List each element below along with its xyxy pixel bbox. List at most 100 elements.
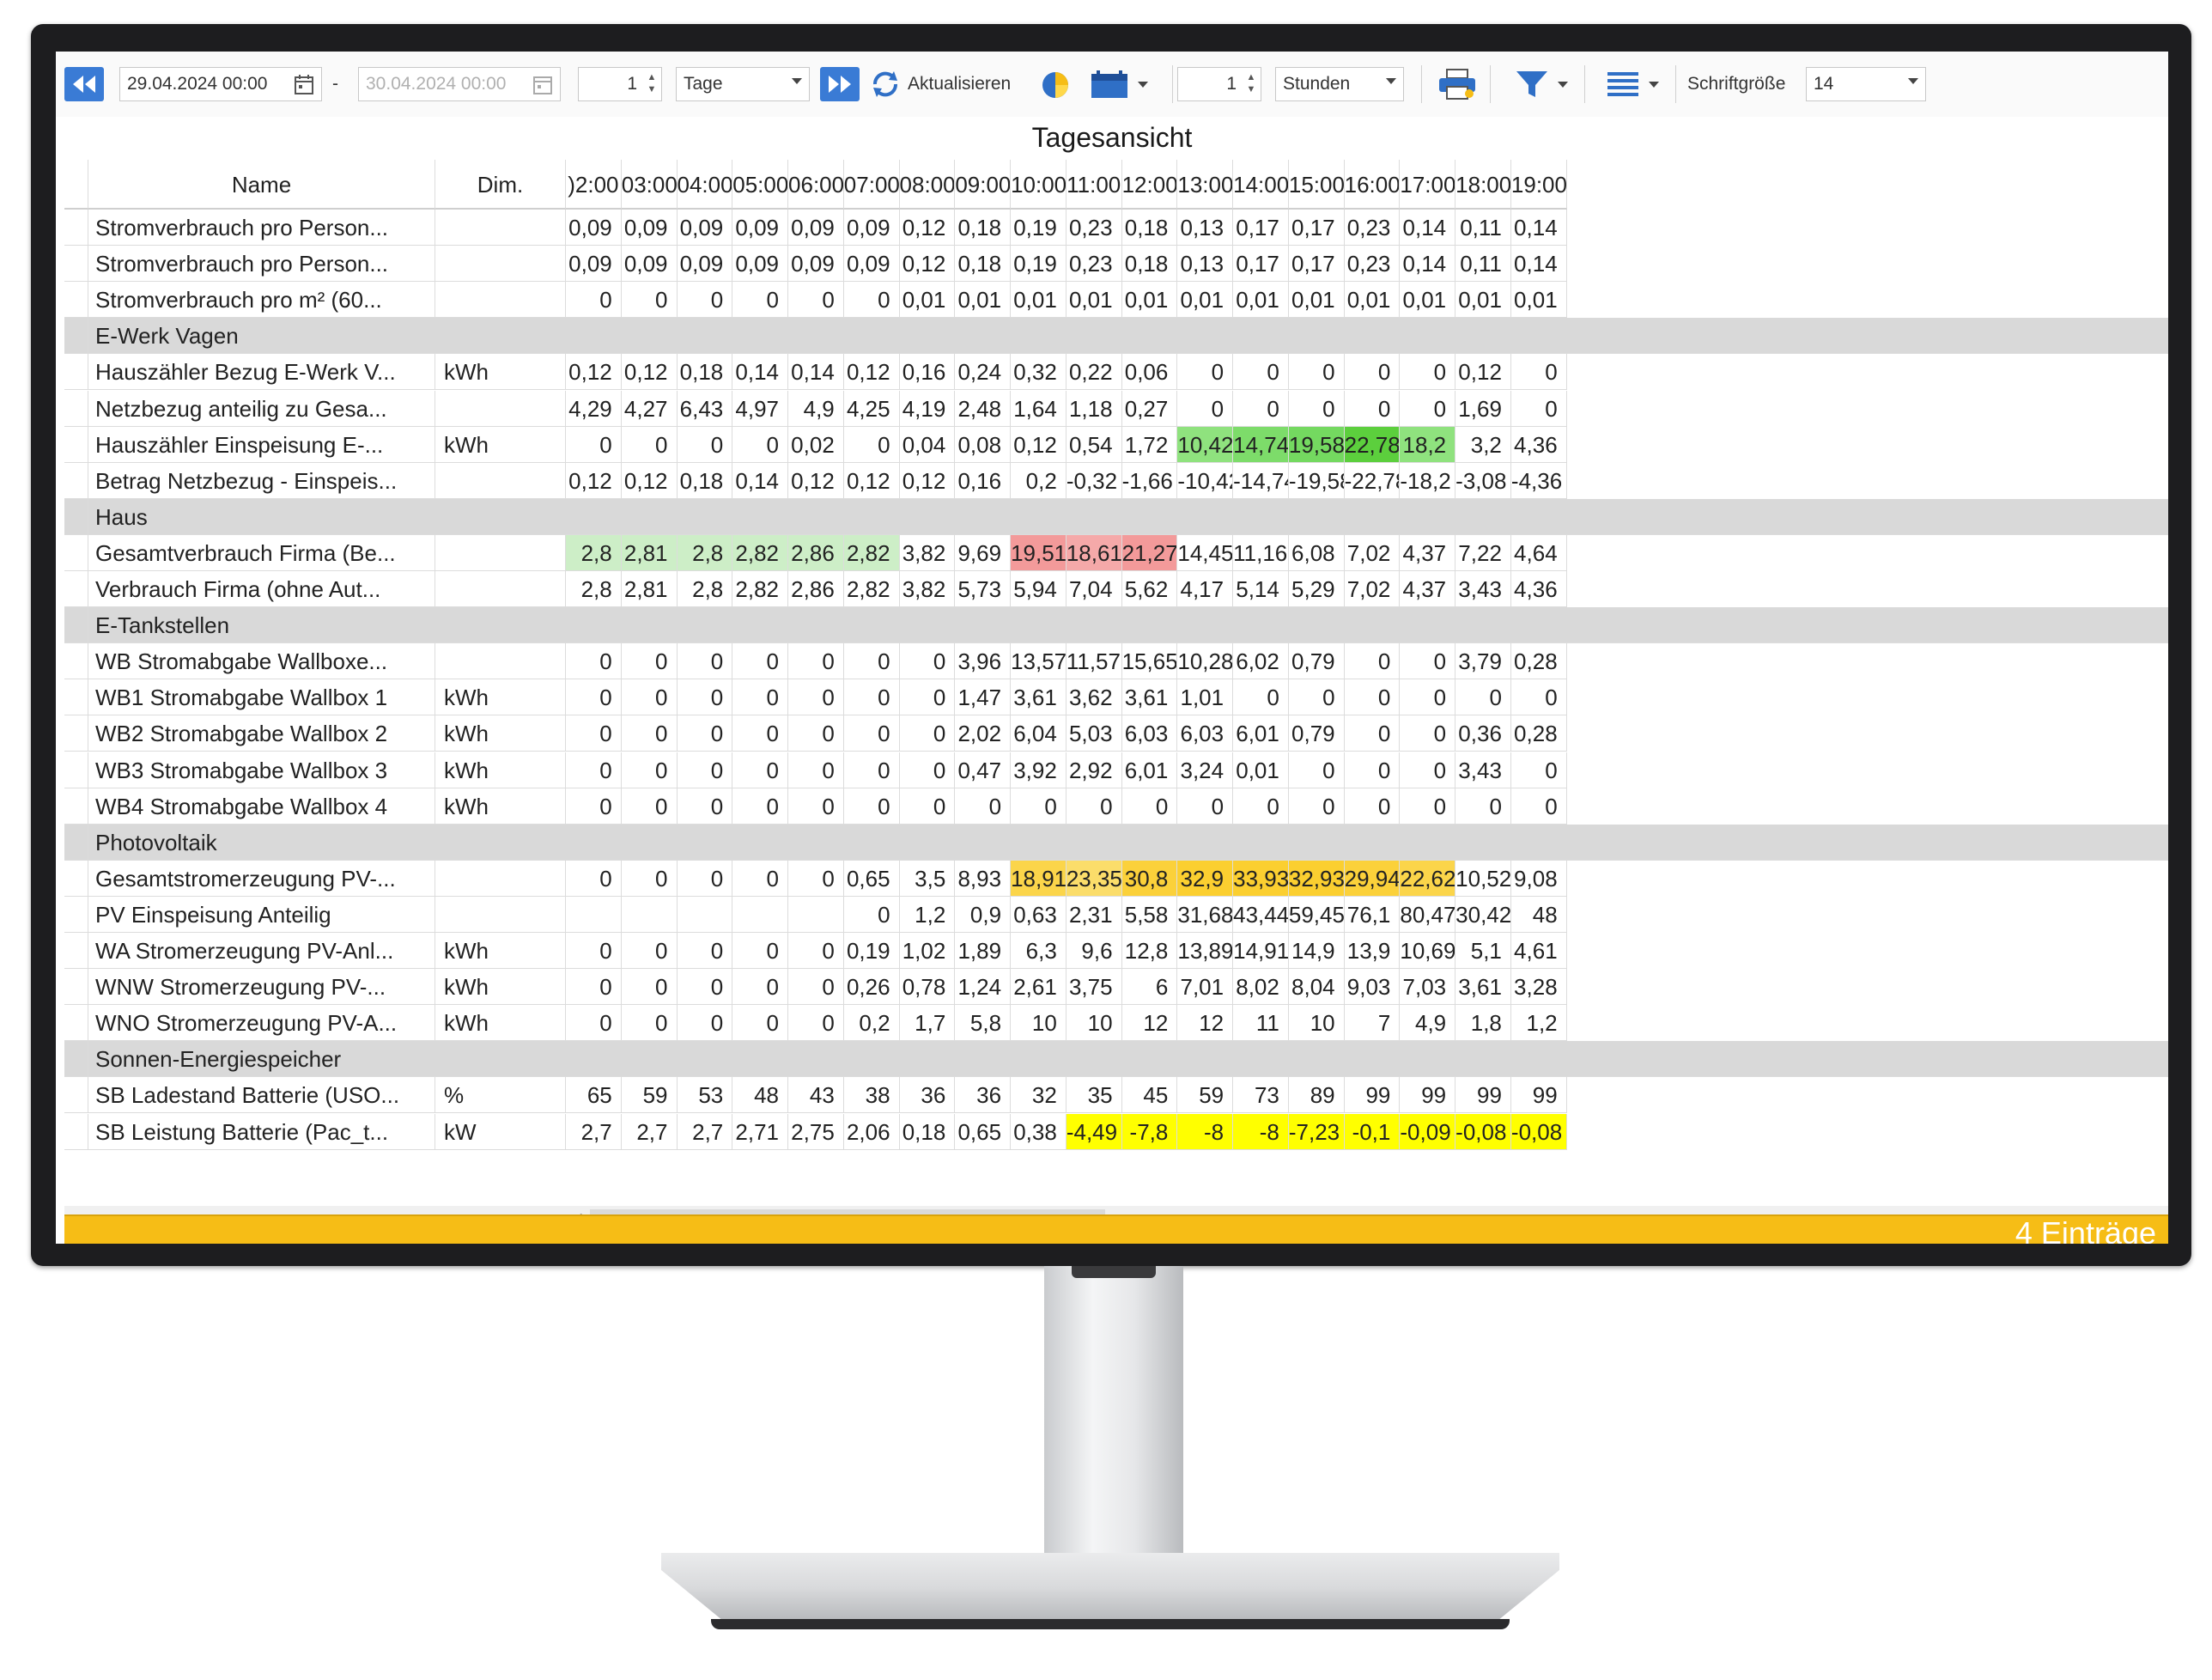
value-cell: 22,62 <box>1400 860 1456 897</box>
table-row[interactable]: Gesamtstromerzeugung PV-... 0 0 0 0 0 0,65 3,5 8… <box>64 860 2168 897</box>
column-header-hour[interactable]: 14:00 <box>1233 160 1289 210</box>
table-row[interactable]: WNO Stromerzeugung PV-A... kWh 0 0 0 0 0 0,2 1,7… <box>64 1005 2168 1042</box>
column-header-hour[interactable]: 18:00 <box>1455 160 1511 210</box>
table-row[interactable]: SB Leistung Batterie (Pac_t... kW 2,7 2,7 2,… <box>64 1113 2168 1150</box>
column-header-hour[interactable]: 19:00 <box>1510 160 1567 210</box>
group-row[interactable]: E-Werk Vagen <box>64 318 2168 355</box>
fast-forward-button[interactable] <box>820 67 860 101</box>
interval-unit-select[interactable]: Stunden <box>1275 67 1404 101</box>
row-selector[interactable] <box>64 896 88 933</box>
row-selector[interactable] <box>64 969 88 1006</box>
column-header-hour[interactable]: 06:00 <box>788 160 844 210</box>
row-selector[interactable] <box>64 426 88 463</box>
column-header-hour[interactable]: 16:00 <box>1344 160 1401 210</box>
row-selector[interactable] <box>64 246 88 283</box>
column-header-hour[interactable]: 17:00 <box>1400 160 1456 210</box>
print-button[interactable] <box>1433 67 1481 101</box>
column-header-hour[interactable]: 05:00 <box>732 160 789 210</box>
row-selector[interactable] <box>64 390 88 427</box>
monitor-frame: 29.04.2024 00:00 - 30.04.2024 00:00 1 ▲ ▼… <box>31 24 2191 1266</box>
row-selector[interactable] <box>64 679 88 716</box>
rewind-button[interactable] <box>64 67 104 101</box>
column-header-hour[interactable]: 08:00 <box>899 160 956 210</box>
table-row[interactable]: WB2 Stromabgabe Wallbox 2 kWh 0 0 0 0 0 0 0 2,02 6… <box>64 715 2168 752</box>
table-row[interactable]: PV Einspeisung Anteilig 0 1,2 0,9 0,63 2,31 5,… <box>64 896 2168 933</box>
table-row[interactable]: Stromverbrauch pro Person... 0,09 0,09 0,09… <box>64 210 2168 246</box>
group-row[interactable]: Sonnen-Energiespeicher <box>64 1041 2168 1078</box>
table-row[interactable]: Stromverbrauch pro m² (60... 0 0 0 0 0 0 0,01 0,… <box>64 282 2168 319</box>
value-cell: 1,64 <box>1011 390 1066 427</box>
row-selector[interactable] <box>64 933 88 969</box>
row-selector[interactable] <box>64 715 88 752</box>
row-selector[interactable] <box>64 462 88 499</box>
row-selector[interactable] <box>64 824 88 861</box>
value-cell: 0,36 <box>1455 715 1511 752</box>
spinner-arrows-icon[interactable]: ▲ ▼ <box>1245 71 1257 97</box>
layout-menu-button[interactable] <box>1598 67 1667 101</box>
refresh-button[interactable]: Aktualisieren <box>868 67 1031 101</box>
table-row[interactable]: Verbrauch Firma (ohne Aut... 2,8 2,81 2,8 2,… <box>64 571 2168 607</box>
row-selector[interactable] <box>64 318 88 355</box>
row-selector[interactable] <box>64 788 88 825</box>
font-size-select[interactable]: 14 <box>1806 67 1926 101</box>
row-selector[interactable] <box>64 534 88 571</box>
table-row[interactable]: SB Ladestand Batterie (USO...% 65 59 53 48 43… <box>64 1077 2168 1114</box>
table-row[interactable]: WB3 Stromabgabe Wallbox 3 kWh 0 0 0 0 0 0 0 0,47 3… <box>64 752 2168 788</box>
row-selector[interactable] <box>64 752 88 788</box>
value-cell: 0,79 <box>1288 643 1345 680</box>
table-row[interactable]: Hauszähler Einspeisung E-... kWh 0 0 0 0 0,02 0… <box>64 426 2168 463</box>
row-selector[interactable] <box>64 860 88 897</box>
interval-count-stepper[interactable]: 1 ▲ ▼ <box>1177 67 1261 101</box>
value-cell: 0 <box>677 282 733 319</box>
value-cell: 0 <box>843 679 900 716</box>
row-selector[interactable] <box>64 643 88 680</box>
date-from-field[interactable]: 29.04.2024 00:00 <box>119 67 322 101</box>
row-selector[interactable] <box>64 354 88 391</box>
column-header-name[interactable]: Name <box>88 160 435 210</box>
column-header-hour[interactable]: 13:00 <box>1177 160 1234 210</box>
row-selector[interactable] <box>64 1113 88 1150</box>
column-header-hour[interactable]: 03:00 <box>621 160 678 210</box>
date-to-field[interactable]: 30.04.2024 00:00 <box>358 67 561 101</box>
row-selector[interactable] <box>64 1041 88 1078</box>
spinner-arrows-icon[interactable]: ▲ ▼ <box>646 71 658 97</box>
filter-menu-button[interactable] <box>1507 67 1576 101</box>
column-header-hour[interactable]: 09:00 <box>955 160 1012 210</box>
chart-view-button[interactable] <box>1035 67 1076 101</box>
table-row[interactable]: Betrag Netzbezug - Einspeis... 0,12 0,12 0,… <box>64 462 2168 499</box>
column-header-hour[interactable]: 07:00 <box>843 160 900 210</box>
toolbar: 29.04.2024 00:00 - 30.04.2024 00:00 1 ▲ ▼… <box>56 52 2168 117</box>
period-count-stepper[interactable]: 1 ▲ ▼ <box>578 67 662 101</box>
column-header-hour[interactable]: )2:00 <box>566 160 622 210</box>
table-row[interactable]: WB Stromabgabe Wallboxe... 0 0 0 0 0 0 0 3,96 13,… <box>64 643 2168 680</box>
table-row[interactable]: Stromverbrauch pro Person... 0,09 0,09 0,09… <box>64 246 2168 283</box>
column-header-hour[interactable]: 10:00 <box>1011 160 1066 210</box>
row-selector[interactable] <box>64 210 88 246</box>
row-selector[interactable] <box>64 571 88 607</box>
row-selector[interactable] <box>64 498 88 535</box>
table-row[interactable]: WB4 Stromabgabe Wallbox 4 kWh 0 0 0 0 0 0 0 0 0 0 0 0… <box>64 788 2168 825</box>
group-row[interactable]: E-Tankstellen <box>64 607 2168 644</box>
row-selector[interactable] <box>64 282 88 319</box>
group-row[interactable]: Photovoltaik <box>64 824 2168 861</box>
calendar-icon[interactable] <box>532 73 553 100</box>
calendar-icon[interactable] <box>294 73 314 100</box>
column-header-hour[interactable]: 12:00 <box>1121 160 1178 210</box>
row-selector[interactable] <box>64 607 88 644</box>
table-row[interactable]: WNW Stromerzeugung PV-... kWh 0 0 0 0 0 0,26 0,7… <box>64 969 2168 1006</box>
group-row[interactable]: Haus <box>64 498 2168 535</box>
table-row[interactable]: WA Stromerzeugung PV-Anl... kWh 0 0 0 0 0 0,19 1… <box>64 933 2168 969</box>
column-header-hour[interactable]: 15:00 <box>1288 160 1345 210</box>
row-selector[interactable] <box>64 1077 88 1114</box>
column-header-hour[interactable]: 04:00 <box>677 160 733 210</box>
table-row[interactable]: Gesamtverbrauch Firma (Be... 2,8 2,81 2,8 2,… <box>64 534 2168 571</box>
column-header-hour[interactable]: 11:00 <box>1066 160 1122 210</box>
value-cell: 0 <box>566 282 622 319</box>
table-row[interactable]: Hauszähler Bezug E-Werk V... kWh 0,12 0,12 0… <box>64 354 2168 391</box>
calendar-menu-button[interactable] <box>1083 67 1155 101</box>
table-row[interactable]: Netzbezug anteilig zu Gesa... 4,29 4,27 6,4… <box>64 390 2168 427</box>
column-header-dim[interactable]: Dim. <box>435 160 566 210</box>
row-selector[interactable] <box>64 1005 88 1042</box>
table-row[interactable]: WB1 Stromabgabe Wallbox 1 kWh 0 0 0 0 0 0 0 1,47 3… <box>64 679 2168 716</box>
period-unit-select[interactable]: Tage <box>676 67 810 101</box>
